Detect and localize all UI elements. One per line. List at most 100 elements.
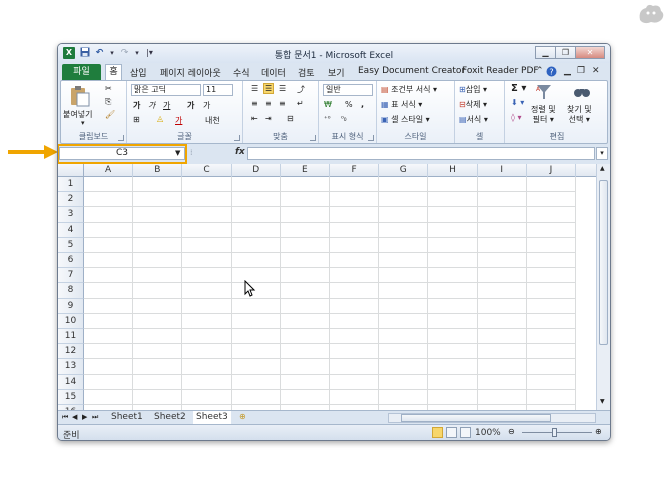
format-as-table-button[interactable]: ▦ 표 서식 ▾ bbox=[381, 99, 422, 110]
column-header-j[interactable]: J bbox=[527, 164, 576, 177]
column-header-g[interactable]: G bbox=[379, 164, 429, 177]
row-header-13[interactable]: 13 bbox=[58, 359, 84, 375]
italic-button[interactable]: 가 bbox=[148, 100, 155, 111]
column-header-b[interactable]: B bbox=[133, 164, 183, 177]
percent-button[interactable]: % bbox=[345, 100, 353, 109]
wrap-text-icon[interactable]: ↵ bbox=[297, 99, 304, 108]
cell-styles-button[interactable]: ▣ 셀 스타일 ▾ bbox=[381, 114, 430, 125]
underline-button[interactable]: 가 bbox=[163, 100, 170, 111]
sort-filter-icon[interactable]: A bbox=[535, 83, 553, 101]
zoom-out-icon[interactable]: ⊖ bbox=[508, 427, 515, 436]
row-header-3[interactable]: 3 bbox=[58, 207, 84, 223]
zoom-level[interactable]: 100% bbox=[475, 428, 501, 438]
normal-view-icon[interactable] bbox=[432, 427, 443, 438]
page-break-view-icon[interactable] bbox=[460, 427, 471, 438]
name-box-dropdown-icon[interactable]: ▼ bbox=[175, 149, 180, 157]
sheet-nav-next-icon[interactable]: ▶ bbox=[82, 413, 87, 421]
tab-data[interactable]: 데이터 bbox=[261, 66, 286, 79]
merge-center-icon[interactable]: ⊟ bbox=[287, 114, 294, 123]
row-header-4[interactable]: 4 bbox=[58, 222, 84, 238]
page-layout-view-icon[interactable] bbox=[446, 427, 457, 438]
sort-filter-label[interactable]: 정렬 및 필터 ▾ bbox=[531, 105, 556, 125]
doc-restore-icon[interactable]: ❐ bbox=[577, 66, 585, 76]
tab-home[interactable]: 홈 bbox=[105, 64, 122, 81]
zoom-slider-track[interactable] bbox=[522, 432, 592, 433]
decrease-indent-icon[interactable]: ⇤ bbox=[251, 114, 258, 123]
clear-icon[interactable]: ◊ ▾ bbox=[511, 113, 522, 122]
shrink-font-button[interactable]: 가 bbox=[203, 100, 210, 111]
sheet-nav-first-icon[interactable]: ⏮ bbox=[62, 413, 68, 422]
currency-icon[interactable]: ₩ bbox=[324, 100, 332, 109]
comma-button[interactable]: , bbox=[361, 100, 364, 109]
decrease-decimal-icon[interactable]: ⁰₀ bbox=[341, 115, 347, 123]
paste-icon[interactable] bbox=[69, 85, 91, 107]
sheet-nav-prev-icon[interactable]: ◀ bbox=[72, 413, 77, 421]
paste-label[interactable]: 붙여넣기 bbox=[63, 109, 92, 120]
insert-function-button[interactable]: fx bbox=[235, 147, 245, 157]
autosum-icon[interactable]: Σ ▾ bbox=[511, 83, 526, 94]
find-select-icon[interactable] bbox=[573, 83, 591, 101]
minimize-icon[interactable]: ▁ bbox=[535, 46, 556, 59]
row-header-7[interactable]: 7 bbox=[58, 268, 84, 284]
grow-font-button[interactable]: 가 bbox=[187, 100, 194, 111]
row-header-6[interactable]: 6 bbox=[58, 253, 84, 269]
ribbon-minimize-icon[interactable]: ⌃ bbox=[536, 66, 544, 76]
alignment-launcher-icon[interactable] bbox=[310, 135, 316, 141]
format-painter-icon[interactable]: 🖌 bbox=[105, 110, 115, 119]
tab-page-layout[interactable]: 페이지 레이아웃 bbox=[160, 66, 221, 79]
help-icon[interactable]: ? bbox=[546, 66, 557, 80]
insert-sheet-icon[interactable]: ⊕ bbox=[239, 412, 246, 421]
insert-cells-button[interactable]: ⊞삽입 ▾ bbox=[459, 84, 487, 95]
fill-color-icon[interactable]: ◬ bbox=[157, 114, 163, 123]
vertical-scroll-thumb[interactable] bbox=[599, 180, 608, 345]
font-launcher-icon[interactable] bbox=[234, 135, 240, 141]
column-header-e[interactable]: E bbox=[281, 164, 330, 177]
row-header-10[interactable]: 10 bbox=[58, 313, 84, 329]
row-header-1[interactable]: 1 bbox=[58, 177, 84, 193]
doc-minimize-icon[interactable]: ▁ bbox=[564, 66, 571, 76]
tab-foxit-reader-pdf[interactable]: Foxit Reader PDF bbox=[462, 66, 539, 76]
phonetic-button[interactable]: 내천 bbox=[205, 115, 220, 126]
align-bottom-icon[interactable]: ☰ bbox=[279, 84, 286, 93]
tab-view[interactable]: 보기 bbox=[328, 66, 345, 79]
row-header-2[interactable]: 2 bbox=[58, 192, 84, 208]
font-color-button[interactable]: 가 bbox=[175, 115, 182, 126]
sheet-nav-last-icon[interactable]: ⏭ bbox=[92, 413, 98, 422]
align-center-icon[interactable]: ≡ bbox=[265, 99, 272, 108]
row-header-15[interactable]: 15 bbox=[58, 389, 84, 405]
number-launcher-icon[interactable] bbox=[368, 135, 374, 141]
delete-cells-button[interactable]: ⊟삭제 ▾ bbox=[459, 99, 487, 110]
row-header-11[interactable]: 11 bbox=[58, 329, 84, 345]
find-select-label[interactable]: 찾기 및 선택 ▾ bbox=[567, 105, 592, 125]
scroll-up-icon[interactable]: ▲ bbox=[600, 165, 605, 172]
close-icon[interactable]: ✕ bbox=[575, 46, 605, 59]
sheet-tab-sheet2[interactable]: Sheet2 bbox=[151, 411, 189, 424]
align-right-icon[interactable]: ≡ bbox=[279, 99, 286, 108]
increase-decimal-icon[interactable]: ⁺⁰ bbox=[324, 115, 331, 123]
row-header-14[interactable]: 14 bbox=[58, 374, 84, 390]
font-name-select[interactable]: 맑은 고딕 bbox=[131, 84, 201, 96]
column-header-f[interactable]: F bbox=[330, 164, 380, 177]
number-format-select[interactable]: 일반 bbox=[323, 84, 373, 96]
column-header-c[interactable]: C bbox=[182, 164, 232, 177]
borders-icon[interactable]: ⊞ bbox=[133, 115, 140, 124]
row-header-9[interactable]: 9 bbox=[58, 298, 84, 314]
tab-insert[interactable]: 삽입 bbox=[130, 66, 147, 79]
align-top-icon[interactable]: ☰ bbox=[251, 84, 258, 93]
tab-review[interactable]: 검토 bbox=[298, 66, 315, 79]
formula-input[interactable] bbox=[247, 147, 595, 160]
font-size-select[interactable]: 11 bbox=[203, 84, 233, 96]
zoom-slider-thumb[interactable] bbox=[552, 428, 557, 437]
vertical-scrollbar[interactable]: ▲ ▼ bbox=[596, 164, 610, 410]
row-header-12[interactable]: 12 bbox=[58, 344, 84, 360]
row-header-5[interactable]: 5 bbox=[58, 237, 84, 253]
fill-icon[interactable]: ⬇ ▾ bbox=[511, 98, 524, 107]
align-middle-icon[interactable]: ☰ bbox=[263, 83, 275, 94]
sheet-tab-sheet1[interactable]: Sheet1 bbox=[108, 411, 146, 424]
doc-close-icon[interactable]: ✕ bbox=[592, 66, 600, 76]
orientation-icon[interactable]: ⤴ bbox=[297, 84, 305, 95]
conditional-format-button[interactable]: ▤ 조건부 서식 ▾ bbox=[381, 84, 437, 95]
column-header-a[interactable]: A bbox=[84, 164, 134, 177]
cut-icon[interactable]: ✂ bbox=[105, 84, 112, 93]
clipboard-launcher-icon[interactable] bbox=[118, 135, 124, 141]
